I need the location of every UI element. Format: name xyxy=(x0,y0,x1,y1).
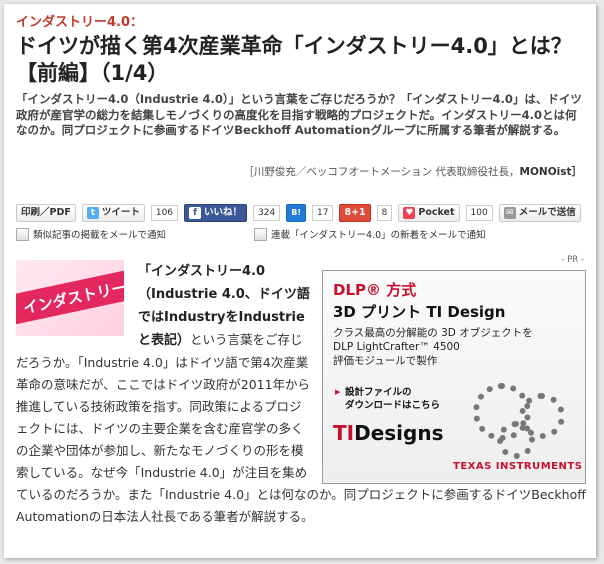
article-page: インダストリー4.0： ドイツが描く第4次産業革命「インダストリー4.0」とは？… xyxy=(4,4,596,558)
pocket-count: 100 xyxy=(465,205,493,221)
notify-series-link[interactable]: 連載「インダストリー4.0」の新着をメールで通知 xyxy=(254,226,486,242)
hatena-bookmark-button[interactable]: B! xyxy=(286,204,306,222)
pocket-icon: ♥ xyxy=(403,207,416,219)
hatena-count: 17 xyxy=(312,205,334,221)
byline-author: ［川野俊充／ベッコフオートメーション 代表取締役社長， xyxy=(243,166,520,178)
texas-instruments-logo: TEXAS INSTRUMENTS xyxy=(453,461,583,472)
google-plus-button[interactable]: 8+1 xyxy=(339,204,371,222)
series-label[interactable]: インダストリー4.0： xyxy=(16,11,143,30)
tidesigns-logo: TIDesigns xyxy=(333,421,444,445)
notify-similar-link[interactable]: 類似記事の掲載をメールで通知 xyxy=(16,226,166,242)
tweet-count: 106 xyxy=(150,205,179,221)
like-count: 324 xyxy=(253,205,281,221)
tweet-button[interactable]: t ツイート xyxy=(81,204,145,222)
ad-subhead: 3D プリント TI Design xyxy=(333,303,506,321)
gear-image xyxy=(497,421,535,459)
ad-body: クラス最高の分解能の 3D オブジェクトを DLP LightCrafter™ … xyxy=(333,327,533,367)
advertisement[interactable]: DLP® 方式 3D プリント TI Design クラス最高の分解能の 3D … xyxy=(322,270,586,484)
pocket-button[interactable]: ♥ Pocket xyxy=(398,204,460,222)
print-pdf-button[interactable]: 印刷／PDF xyxy=(16,204,76,222)
facebook-like-button[interactable]: f いいね！ xyxy=(184,204,248,222)
mail-icon: ✉ xyxy=(503,207,516,219)
facebook-icon: f xyxy=(189,207,202,219)
article-thumbnail[interactable]: インダストリー4.0 xyxy=(16,260,124,336)
byline: ［川野俊充／ベッコフオートメーション 代表取締役社長，MONOist］ xyxy=(243,164,582,179)
ad-download-link[interactable]: 設計ファイルの ダウンロードはこちら xyxy=(335,386,440,412)
gplus-count: 8 xyxy=(376,205,393,221)
checkbox-icon xyxy=(16,227,29,241)
checkbox-icon xyxy=(254,227,267,241)
mail-send-button[interactable]: ✉ メールで送信 xyxy=(498,204,581,222)
byline-source: MONOist］ xyxy=(519,166,582,178)
ad-headline: DLP® 方式 xyxy=(333,281,417,299)
twitter-icon: t xyxy=(86,207,99,219)
article-title: ドイツが描く第4次産業革命「インダストリー4.0」とは？【前編】（1/4） xyxy=(16,34,572,85)
share-bar: 印刷／PDF t ツイート 106 f いいね！ 324 B! 17 8+1 8 ♥… xyxy=(16,204,581,222)
article-lede: 「インダストリー4.0（Industrie 4.0）」という言葉をご存じだろうか… xyxy=(16,92,582,137)
